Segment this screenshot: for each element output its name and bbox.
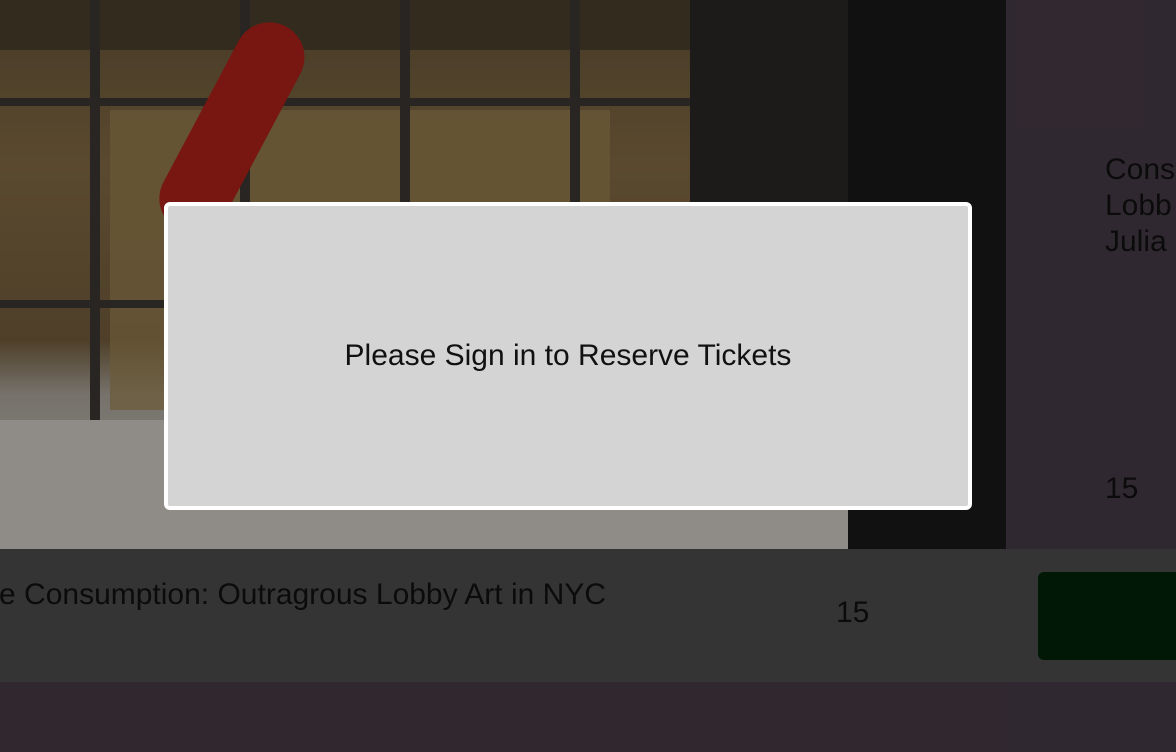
modal-message: Please Sign in to Reserve Tickets [344,339,792,372]
event-page: Cons Lobb Julia 15 ate Consumption: Outr… [0,0,1176,752]
sign-in-modal[interactable]: Please Sign in to Reserve Tickets [164,202,972,510]
